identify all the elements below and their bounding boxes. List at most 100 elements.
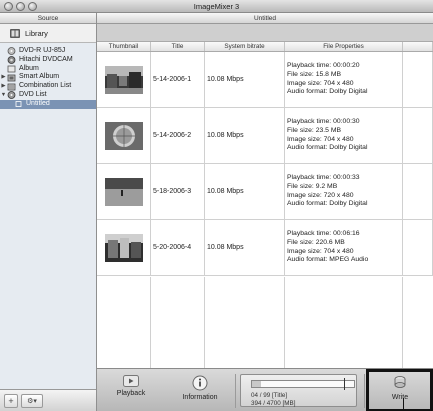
close-window-button[interactable]	[4, 2, 13, 11]
prop-playback-time: Playback time: 00:06:16	[287, 230, 360, 238]
prop-image-size: Image size: 704 x 480	[287, 247, 354, 255]
prop-file-size: File size: 15.8 MB	[287, 70, 342, 78]
write-button[interactable]: Write	[384, 375, 416, 401]
smart-album-icon	[7, 74, 17, 82]
tree-arrow[interactable]: ▶	[0, 82, 7, 91]
table-row[interactable]: 5-14-2006-1 10.08 Mbps Playback time: 00…	[97, 52, 433, 108]
bitrate-cell: 10.08 Mbps	[205, 220, 285, 275]
table-row[interactable]: 5-14-2006-2 10.08 Mbps Playback time: 00…	[97, 108, 433, 164]
video-thumbnail[interactable]	[104, 65, 143, 94]
title-cell: 5-20-2006-4	[151, 220, 205, 275]
zoom-window-button[interactable]	[28, 2, 37, 11]
prop-playback-time: Playback time: 00:00:30	[287, 118, 360, 126]
tree-item-label: DVD-R UJ-85J	[19, 47, 66, 54]
title-cell: 5-14-2006-1	[151, 52, 205, 107]
library-label: Library	[25, 28, 48, 38]
main-panel: Untitled Thumbnail Title System bitrate …	[97, 13, 433, 411]
properties-cell: Playback time: 00:06:16 File size: 220.6…	[285, 220, 403, 275]
tree-item-dvd-list[interactable]: ▼ DVD List	[0, 91, 96, 100]
title-table: Thumbnail Title System bitrate File Prop…	[97, 42, 433, 368]
information-button[interactable]: Information	[177, 375, 223, 401]
capacity-limit-marker	[344, 378, 345, 390]
properties-cell: Playback time: 00:00:30 File size: 23.5 …	[285, 108, 403, 163]
source-tree: DVD-R UJ-85J Hitachi DVDCAM Album ▶ Smar…	[0, 43, 96, 109]
thumbnail-cell	[97, 52, 151, 107]
prop-playback-time: Playback time: 00:00:20	[287, 62, 360, 70]
empty-cell	[403, 52, 433, 107]
gear-menu-button[interactable]: ⚙▾	[21, 393, 43, 408]
minimize-window-button[interactable]	[16, 2, 25, 11]
add-button[interactable]: +	[4, 393, 18, 408]
tree-item-combination-list[interactable]: ▶ Combination List	[0, 82, 96, 91]
tree-arrow[interactable]: ▶	[0, 73, 7, 82]
tree-item-label: DVD List	[19, 90, 47, 98]
disc-capacity-gauge: 04 / 99 [Title] 394 / 4700 [MB]	[240, 374, 357, 407]
column-divider	[402, 277, 403, 368]
column-divider	[150, 277, 151, 368]
video-thumbnail[interactable]	[104, 121, 143, 150]
write-disc-icon	[394, 376, 406, 388]
tree-arrow[interactable]: ▼	[0, 91, 7, 100]
column-header-bitrate[interactable]: System bitrate	[205, 42, 285, 51]
prop-file-size: File size: 23.5 MB	[287, 126, 342, 134]
thumbnail-cell	[97, 108, 151, 163]
list-header-bar	[97, 24, 433, 42]
playback-button[interactable]: Playback	[111, 375, 151, 397]
prop-playback-time: Playback time: 00:00:33	[287, 174, 360, 182]
bottom-toolbar: Playback Information 04 / 99 [Title] 394…	[97, 368, 433, 411]
tree-item-label: Untitled	[26, 99, 50, 107]
play-icon	[123, 375, 139, 387]
table-row[interactable]: 5-18-2006-3 10.08 Mbps Playback time: 00…	[97, 164, 433, 220]
capacity-bar-fill	[252, 381, 261, 387]
tree-item-dvd-drive[interactable]: DVD-R UJ-85J	[0, 47, 96, 56]
column-divider	[284, 277, 285, 368]
column-header-empty	[403, 42, 433, 51]
column-divider	[204, 277, 205, 368]
title-cell: 5-18-2006-3	[151, 164, 205, 219]
information-label: Information	[182, 394, 218, 401]
column-header-title[interactable]: Title	[151, 42, 205, 51]
bitrate-cell: 10.08 Mbps	[205, 108, 285, 163]
tree-item-label: Album	[19, 64, 39, 72]
library-icon	[10, 28, 20, 38]
tree-item-label: Smart Album	[19, 73, 60, 81]
empty-cell	[403, 108, 433, 163]
dvd-icon	[7, 91, 17, 100]
tree-item-untitled[interactable]: Untitled	[0, 99, 96, 109]
capacity-bar	[251, 378, 355, 390]
title-count-text: 04 / 99 [Title]	[251, 392, 288, 399]
source-sidebar: Source Library DVD-R UJ-85J Hitachi DVDC…	[0, 13, 97, 411]
toolbar-separator	[364, 374, 365, 408]
tree-item-label: Combination List	[19, 82, 72, 90]
prop-audio-format: Audio format: Dolby Digital	[287, 88, 368, 96]
properties-cell: Playback time: 00:00:20 File size: 15.8 …	[285, 52, 403, 107]
video-thumbnail[interactable]	[104, 177, 143, 206]
window-title: ImageMixer 3	[193, 2, 240, 11]
sidebar-bottom-bar: + ⚙▾	[0, 389, 96, 411]
column-header-thumbnail[interactable]: Thumbnail	[97, 42, 151, 51]
tree-item-album[interactable]: Album	[0, 65, 96, 74]
tree-item-smart-album[interactable]: ▶ Smart Album	[0, 73, 96, 82]
toolbar-separator	[235, 374, 236, 408]
tree-item-label: Hitachi DVDCAM	[19, 55, 73, 63]
thumbnail-cell	[97, 164, 151, 219]
video-thumbnail[interactable]	[104, 233, 143, 262]
album-icon	[7, 65, 17, 73]
thumbnail-cell	[97, 220, 151, 275]
disc-icon	[7, 47, 17, 56]
prop-image-size: Image size: 720 x 480	[287, 191, 354, 199]
table-row[interactable]: 5-20-2006-4 10.08 Mbps Playback time: 00…	[97, 220, 433, 276]
tree-item-camera[interactable]: Hitachi DVDCAM	[0, 56, 96, 65]
window-titlebar: ImageMixer 3	[0, 0, 433, 13]
column-header-properties[interactable]: File Properties	[285, 42, 403, 51]
bitrate-cell: 10.08 Mbps	[205, 164, 285, 219]
item-icon	[14, 100, 24, 108]
library-button[interactable]: Library	[0, 24, 96, 43]
list-icon	[7, 83, 17, 91]
camera-icon	[7, 56, 17, 65]
prop-image-size: Image size: 704 x 480	[287, 79, 354, 87]
write-label: Write	[391, 394, 409, 401]
prop-file-size: File size: 9.2 MB	[287, 182, 338, 190]
table-header-row: Thumbnail Title System bitrate File Prop…	[97, 42, 433, 52]
callout-pointer-line	[403, 398, 404, 411]
